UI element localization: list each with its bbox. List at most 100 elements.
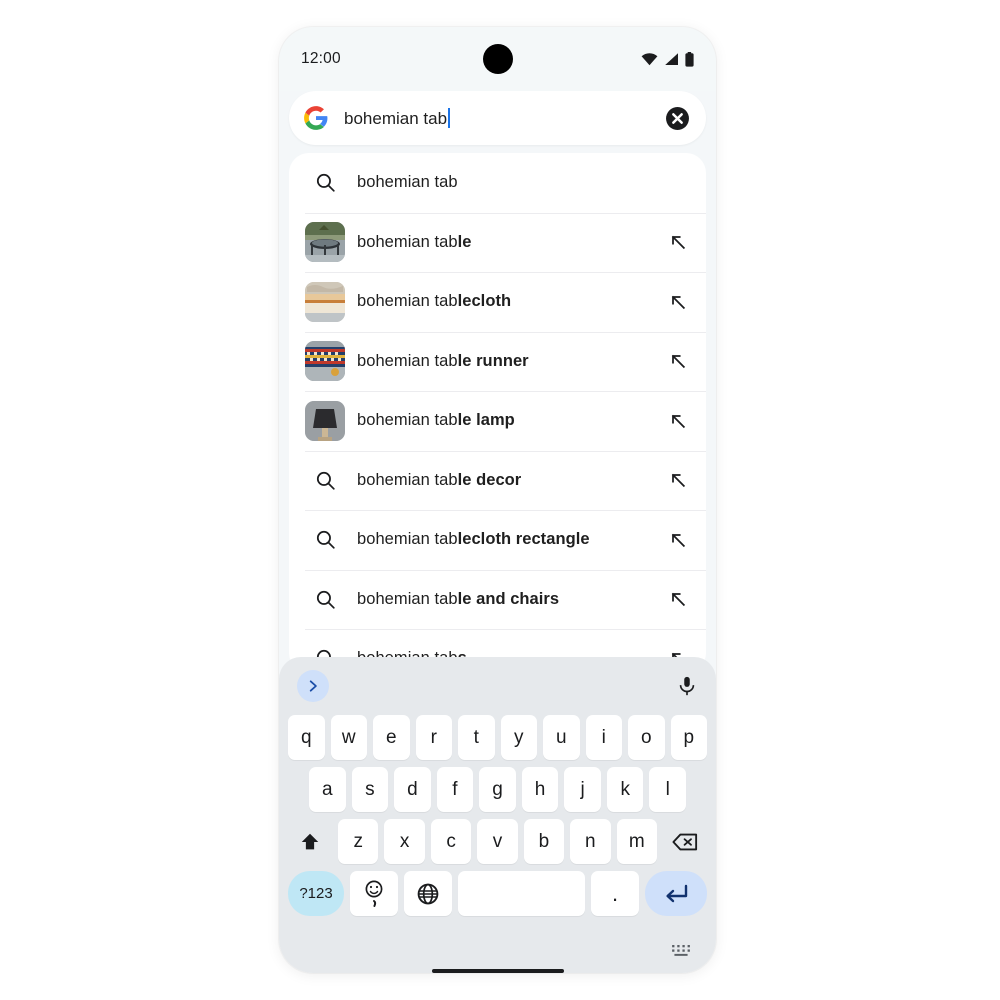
key-x[interactable]: x [384, 819, 425, 864]
status-icons [641, 51, 694, 67]
suggestion-row[interactable]: bohemian table lamp [289, 391, 706, 451]
home-indicator[interactable] [431, 968, 564, 973]
cellular-signal-icon [665, 53, 678, 65]
text-cursor [448, 107, 451, 128]
key-t[interactable]: t [458, 715, 495, 760]
suggestion-completion: le lamp [457, 411, 515, 430]
suggestion-row[interactable]: bohemian table runner [289, 331, 706, 392]
phone-screen: 12:00 bohemian tab bohemian tab bohemian… [279, 27, 716, 973]
keyboard-suggestion-strip [283, 657, 712, 715]
suggestion-label: bohemian table and chairs [357, 590, 559, 609]
search-bar-container: bohemian tab [279, 91, 716, 145]
period-key[interactable]: . [591, 871, 639, 916]
suggestion-row[interactable]: bohemian tablecloth rectangle [289, 510, 706, 570]
keyboard-dismiss-icon[interactable] [672, 945, 690, 961]
thumb-runner-icon [305, 341, 345, 382]
microphone-icon[interactable] [676, 675, 698, 697]
suggestion-label: bohemian table lamp [357, 411, 515, 430]
suggestion-prefix: bohemian tab [357, 232, 458, 251]
key-s[interactable]: s [351, 767, 389, 812]
key-j[interactable]: j [564, 767, 601, 812]
search-bar[interactable]: bohemian tab [289, 91, 706, 145]
key-h[interactable]: h [521, 767, 559, 812]
key-i[interactable]: i [585, 715, 622, 760]
suggestion-label: bohemian tab [357, 173, 458, 192]
suggestion-completion: lecloth rectangle [457, 530, 590, 549]
keyboard-footer [283, 923, 712, 973]
fill-arrow-icon[interactable] [668, 351, 688, 371]
key-k[interactable]: k [606, 767, 644, 812]
search-icon [305, 163, 345, 203]
suggestion-completion: le [457, 232, 472, 251]
emoji-comma-icon[interactable] [350, 871, 398, 916]
key-y[interactable]: y [500, 715, 537, 760]
key-d[interactable]: d [394, 767, 431, 812]
suggestion-label: bohemian tablecloth rectangle [357, 530, 590, 549]
fill-arrow-icon[interactable] [668, 232, 688, 252]
backspace-icon[interactable] [663, 819, 707, 864]
key-c[interactable]: c [430, 819, 472, 864]
key-o[interactable]: o [628, 715, 665, 760]
space-key[interactable] [458, 871, 585, 916]
shift-icon[interactable] [288, 819, 332, 864]
fill-arrow-icon[interactable] [668, 530, 688, 550]
chevron-right-icon[interactable] [297, 670, 329, 702]
suggestion-completion: le decor [457, 470, 522, 489]
keyboard-row-4: ?123 . [283, 871, 712, 916]
suggestion-row[interactable]: bohemian tablecloth [289, 272, 706, 332]
enter-icon[interactable] [645, 871, 707, 916]
fill-arrow-icon[interactable] [668, 589, 688, 609]
suggestion-label: bohemian table decor [357, 471, 521, 490]
suggestion-prefix: bohemian tab [357, 530, 458, 549]
suggestion-row[interactable]: bohemian table [289, 212, 706, 273]
fill-arrow-icon[interactable] [668, 411, 688, 431]
key-n[interactable]: n [570, 819, 611, 864]
suggestion-prefix: bohemian tab [357, 351, 458, 370]
clear-icon[interactable] [665, 106, 690, 131]
key-w[interactable]: w [330, 715, 367, 760]
key-p[interactable]: p [670, 715, 707, 760]
suggestion-completion: le and chairs [457, 589, 560, 608]
fill-arrow-icon[interactable] [668, 470, 688, 490]
front-camera-punchhole [482, 44, 513, 74]
battery-icon [685, 51, 694, 67]
key-r[interactable]: r [415, 715, 452, 760]
status-time: 12:00 [301, 50, 341, 67]
thumb-tablecloth-icon [305, 281, 345, 322]
suggestion-label: bohemian tablecloth [357, 292, 511, 311]
suggestion-prefix: bohemian tab [357, 411, 458, 430]
globe-icon[interactable] [404, 871, 452, 916]
suggestion-label: bohemian table runner [357, 352, 529, 371]
suggestion-prefix: bohemian tab [357, 173, 458, 192]
google-logo-icon [304, 106, 328, 130]
search-icon [305, 520, 345, 560]
key-e[interactable]: e [373, 715, 410, 760]
key-m[interactable]: m [616, 819, 657, 864]
phone-frame: 12:00 bohemian tab bohemian tab bohemian… [279, 27, 716, 973]
keyboard-row-2: a s d f g h j k l [283, 767, 712, 812]
key-a[interactable]: a [308, 767, 346, 812]
suggestion-completion: le runner [457, 351, 529, 370]
suggestion-row[interactable]: bohemian table decor [289, 450, 706, 511]
key-q[interactable]: q [288, 715, 325, 760]
key-u[interactable]: u [543, 715, 580, 760]
search-icon [305, 460, 345, 500]
key-z[interactable]: z [338, 819, 379, 864]
suggestion-prefix: bohemian tab [357, 589, 458, 608]
symbols-key[interactable]: ?123 [288, 871, 344, 916]
suggestion-row[interactable]: bohemian tab [289, 153, 706, 213]
fill-arrow-icon[interactable] [668, 292, 688, 312]
suggestion-row[interactable]: bohemian table and chairs [289, 569, 706, 630]
thumb-table-icon [305, 222, 345, 263]
status-bar: 12:00 [279, 27, 716, 91]
key-b[interactable]: b [523, 819, 565, 864]
key-g[interactable]: g [479, 767, 516, 812]
suggestion-label: bohemian table [357, 233, 471, 252]
key-f[interactable]: f [436, 767, 474, 812]
key-v[interactable]: v [477, 819, 518, 864]
search-input-value[interactable]: bohemian tab [344, 107, 451, 129]
thumb-lamp-icon [305, 400, 345, 441]
suggestion-prefix: bohemian tab [357, 292, 458, 311]
search-icon [305, 579, 345, 619]
key-l[interactable]: l [649, 767, 687, 812]
